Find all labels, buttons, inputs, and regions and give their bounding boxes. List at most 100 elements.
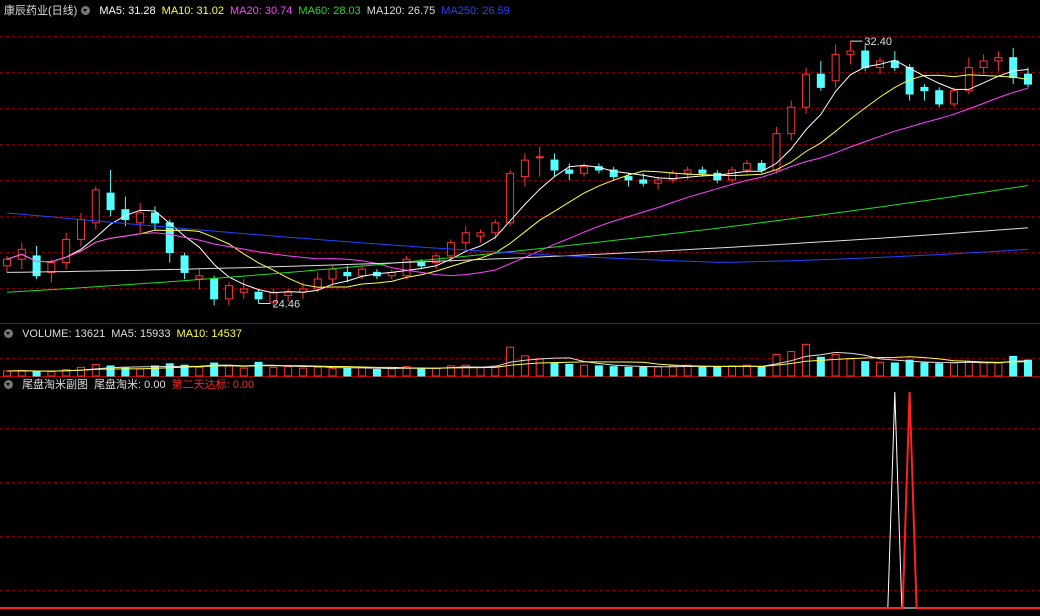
volume-bar (654, 366, 663, 377)
volume-bar (372, 369, 381, 377)
volume-bar (1009, 355, 1018, 377)
volume-bar (76, 366, 85, 377)
moving-average-lines (6, 59, 1029, 294)
volume-bar (550, 362, 559, 377)
volume-bar (964, 361, 973, 377)
candle (565, 163, 574, 180)
candle (816, 60, 825, 91)
candle (62, 232, 71, 270)
grid-lines (0, 36, 1040, 591)
volume-bar (358, 366, 367, 377)
ma120-line (6, 227, 1029, 273)
main-legend: 康辰药业(日线) MA5: 31.28 MA10: 31.02 MA20: 30.7… (4, 4, 516, 18)
candle (239, 279, 248, 299)
legend-item: 尾盘淘米副图 (22, 379, 89, 391)
candle (668, 170, 677, 184)
candle (654, 176, 663, 190)
volume-bar (935, 363, 944, 377)
volume-bar (284, 366, 293, 377)
legend-item: MA120: 26.75 (366, 5, 436, 17)
candle (994, 51, 1003, 71)
volume-bar (698, 366, 707, 377)
volume-bar (343, 367, 352, 377)
volume-bar (728, 365, 737, 377)
volume-bar (476, 366, 485, 377)
candle (802, 67, 811, 114)
volume-bar (17, 370, 26, 377)
indicator-lines (0, 391, 1040, 609)
legend-item: MA20: 30.74 (230, 5, 293, 17)
legend-item: MA5: 15933 (111, 328, 171, 340)
candle (136, 203, 145, 233)
volume-bar (254, 361, 263, 377)
volume-bar (195, 366, 204, 377)
ma10-line (6, 74, 1029, 288)
volume-bar (876, 361, 885, 377)
candle (224, 282, 233, 306)
volume-bar (831, 353, 840, 377)
candle (950, 87, 959, 108)
candle (180, 252, 189, 280)
candle (713, 170, 722, 184)
legend-item: MA10: 14537 (176, 328, 242, 340)
volume-bar (713, 366, 722, 377)
dropdown-icon[interactable] (4, 329, 13, 338)
candle (47, 259, 56, 283)
candle (402, 255, 411, 280)
candle (387, 269, 396, 280)
volume-bar (1024, 359, 1032, 377)
price-marks: 32.40 24.46 (258, 36, 892, 310)
volume-bar (802, 343, 811, 377)
volume-bar (624, 366, 633, 377)
candle (831, 44, 840, 88)
volume-bar (298, 367, 307, 377)
candle (76, 212, 85, 246)
ma20-line (6, 87, 1029, 277)
volume-bar (950, 362, 959, 377)
volume-bar (47, 371, 56, 377)
dropdown-icon[interactable] (4, 380, 13, 389)
candle (106, 170, 115, 217)
volume-bar (3, 370, 11, 377)
volume-bar (609, 366, 618, 377)
candle (846, 41, 855, 65)
volume-bar (91, 363, 100, 377)
volume-bar (979, 361, 988, 377)
candle (491, 219, 500, 240)
volume-bar (861, 361, 870, 377)
candle (32, 246, 41, 280)
volume-legend: VOLUME: 13621 MA5: 15933 MA10: 14537 (4, 327, 248, 341)
volume-bar (757, 366, 766, 377)
volume-bar (387, 368, 396, 377)
candle (535, 146, 544, 177)
volume-bar (313, 366, 322, 377)
volume-bar (165, 363, 174, 377)
volume-bars (3, 343, 1032, 377)
volume-bar (580, 364, 589, 377)
volume-bar (994, 362, 1003, 377)
volume-bar (520, 355, 529, 377)
candle (210, 275, 219, 306)
volume-bar (668, 365, 677, 377)
candle (520, 153, 529, 187)
legend-item: MA10: 31.02 (161, 5, 225, 17)
candlestick-series (3, 41, 1032, 306)
candle (920, 84, 929, 101)
candle (550, 153, 559, 177)
legend-item: VOLUME: 13621 (22, 328, 106, 340)
candle (461, 226, 470, 250)
legend-item: 尾盘淘米: 0.00 (94, 379, 166, 391)
legend-item: MA250: 26.59 (441, 5, 510, 17)
candle (772, 127, 781, 174)
dropdown-icon[interactable] (81, 6, 91, 15)
indicator-legend: 尾盘淘米副图 尾盘淘米: 0.00 第二天达标: 0.00 (4, 378, 260, 392)
stock-chart[interactable]: 32.40 24.46 (0, 0, 1040, 616)
volume-bar (594, 365, 603, 377)
candle (787, 100, 796, 141)
second-day-line (0, 391, 1040, 609)
volume-bar (890, 362, 899, 377)
volume-bar (150, 365, 159, 377)
low-price-label: 24.46 (273, 298, 301, 310)
volume-bar (239, 367, 248, 377)
volume-bar (417, 368, 426, 377)
